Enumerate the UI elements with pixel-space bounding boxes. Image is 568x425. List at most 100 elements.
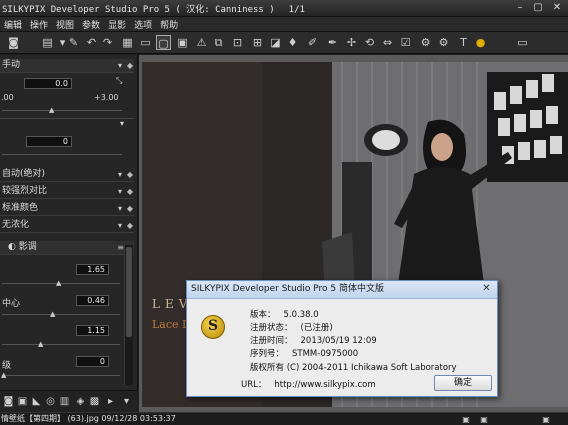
status-bar: 情壁纸【第四期】 (63).jpg 09/12/28 03:53:37 ▣ ▣ … xyxy=(0,412,568,425)
close-icon[interactable]: ✕ xyxy=(549,1,565,15)
panel-scrollbar[interactable] xyxy=(124,245,133,385)
compare-icon[interactable]: ⧉ xyxy=(211,35,226,50)
fullscreen-icon[interactable]: ▣ xyxy=(175,35,190,50)
panel-row-1[interactable]: 较强烈对比 ▾ ◆ xyxy=(0,185,134,199)
version-label: 版本： xyxy=(250,310,276,320)
value-b-slider[interactable] xyxy=(2,314,120,315)
settings-icon[interactable]: T xyxy=(456,35,471,50)
panel-row-0[interactable]: 自动(绝对) ▾ ◆ xyxy=(0,168,134,182)
chevron-down-icon[interactable]: ▾ xyxy=(120,119,124,128)
menu-develop[interactable]: 显影 xyxy=(104,18,130,31)
range-max-label: +3.00 xyxy=(94,93,119,102)
ok-button[interactable]: 确定 xyxy=(434,375,492,391)
tone-curve-icon[interactable]: ◙ xyxy=(2,395,15,408)
menu-help[interactable]: 帮助 xyxy=(156,18,182,31)
menu-operation[interactable]: 操作 xyxy=(26,18,52,31)
title-bar: SILKYPIX Developer Studio Pro 5 ( 汉化: Ca… xyxy=(0,0,568,17)
undo-icon[interactable]: ↶ xyxy=(84,35,99,50)
sharpen-icon[interactable]: ▣ xyxy=(16,395,29,408)
reg-time-line: 注册时间： 2013/05/19 12:09 xyxy=(250,334,377,346)
menu-parameters[interactable]: 参数 xyxy=(78,18,104,31)
grid-view-icon[interactable]: ▦ xyxy=(120,35,135,50)
expand-icon[interactable]: ▸ xyxy=(104,395,117,408)
rotate-icon[interactable]: ⟲ xyxy=(362,35,377,50)
window-title: SILKYPIX Developer Studio Pro 5 ( 汉化: Ca… xyxy=(2,5,275,15)
shadow-label: 影调 xyxy=(18,242,37,252)
redo-icon[interactable]: ↷ xyxy=(100,35,115,50)
noise-icon[interactable]: ▩ xyxy=(88,395,101,408)
check-icon[interactable]: ☑ xyxy=(398,35,413,50)
slider-thumb[interactable]: ▲ xyxy=(1,371,6,379)
info-icon[interactable]: ▾ xyxy=(120,395,133,408)
menu-view[interactable]: 视图 xyxy=(52,18,78,31)
crop-icon[interactable]: ⊡ xyxy=(230,35,245,50)
menu-options[interactable]: 选项 xyxy=(130,18,156,31)
serial-value: STMM-0975000 xyxy=(292,349,359,359)
menu-edit[interactable]: 编辑 xyxy=(0,18,26,31)
exposure-value-input[interactable]: 0.0 xyxy=(24,78,72,89)
pen-icon[interactable]: ✒ xyxy=(325,35,340,50)
contrast-icon: ◐ xyxy=(8,242,16,252)
dropper-icon[interactable]: ✐ xyxy=(305,35,320,50)
lens-icon[interactable]: ◎ xyxy=(44,395,57,408)
url-link[interactable]: http://www.silkypix.com xyxy=(274,380,375,390)
silkypix-logo-icon: S xyxy=(201,315,225,339)
panel-row-label: 标准颜色 xyxy=(2,203,39,213)
value-c-slider[interactable] xyxy=(2,344,120,345)
warning-icon[interactable]: ⚠ xyxy=(194,35,209,50)
single-view-icon[interactable]: ▢ xyxy=(156,35,171,50)
chevron-down-icon: ▾ xyxy=(117,61,122,70)
exposure-slider[interactable] xyxy=(2,110,122,111)
panel-row-2[interactable]: 标准颜色 ▾ ◆ xyxy=(0,202,134,216)
open-folder-icon[interactable]: ▤ xyxy=(40,35,55,50)
value-d-input[interactable]: 0 xyxy=(76,356,109,367)
second-value-input[interactable]: 0 xyxy=(26,136,72,147)
value-c-input[interactable]: 1.15 xyxy=(76,325,109,336)
minimize-icon[interactable]: – xyxy=(512,1,528,15)
histogram-icon[interactable]: ▥ xyxy=(58,395,71,408)
reg-time-value: 2013/05/19 12:09 xyxy=(300,336,377,346)
exposure-mode-select[interactable]: 手动 ▾ ◆ xyxy=(0,59,134,73)
transform-icon[interactable]: ✢ xyxy=(344,35,359,50)
flip-icon[interactable]: ⇔ xyxy=(380,35,395,50)
status-flag-icon: ▣ xyxy=(462,415,470,424)
value-d-slider[interactable] xyxy=(2,375,120,376)
brush-icon[interactable]: ✎ xyxy=(66,35,81,50)
url-line: URL： http://www.silkypix.com xyxy=(241,378,376,390)
second-slider[interactable] xyxy=(2,154,122,155)
chevron-down-icon: ▾ xyxy=(117,170,122,179)
grid-overlay-icon[interactable]: ⊞ xyxy=(250,35,265,50)
slider-thumb[interactable]: ▲ xyxy=(56,279,61,287)
value-b-input[interactable]: 0.46 xyxy=(76,295,109,306)
monitor-icon[interactable]: ▭ xyxy=(515,35,530,50)
curve-icon[interactable]: ◣ xyxy=(30,395,43,408)
scrollbar-grip[interactable] xyxy=(126,247,132,337)
stamp-icon[interactable]: ♦ xyxy=(285,35,300,50)
panel-row-3[interactable]: 无浓化 ▾ ◆ xyxy=(0,219,134,233)
auto-exposure-icon[interactable]: ⤡ xyxy=(116,76,122,86)
adjustment-panel: 手动 ▾ ◆ 0.0 ⤡ .00 +3.00 ▲ ▾ 0 自动(绝对) ▾ ◆ … xyxy=(0,55,138,390)
filmstrip-view-icon[interactable]: ▭ xyxy=(138,35,153,50)
level-label: 级 xyxy=(2,361,12,371)
color-icon[interactable]: ◈ xyxy=(74,395,87,408)
exposure-slider-thumb[interactable]: ▲ xyxy=(49,106,54,114)
close-icon[interactable]: ✕ xyxy=(479,283,494,296)
maximize-icon[interactable]: ▢ xyxy=(530,1,546,15)
version-line: 版本： 5.0.38.0 xyxy=(250,308,319,320)
status-lock-icon: ▣ xyxy=(542,415,550,424)
url-label: URL： xyxy=(241,380,267,390)
slider-thumb[interactable]: ▲ xyxy=(38,340,43,348)
straighten-icon[interactable]: ◪ xyxy=(268,35,283,50)
silkypix-logo-icon[interactable]: ● xyxy=(473,35,488,50)
status-mark-icon: ▣ xyxy=(480,415,488,424)
center-label: 中心 xyxy=(2,299,21,309)
diamond-icon: ◆ xyxy=(126,61,133,70)
chevron-down-icon: ▾ xyxy=(117,221,122,230)
shadow-section-header[interactable]: ◐ 影调 ≡ xyxy=(0,241,134,255)
slider-thumb[interactable]: ▲ xyxy=(50,310,55,318)
value-a-input[interactable]: 1.65 xyxy=(76,264,109,275)
batch-develop-icon[interactable]: ⚙ xyxy=(436,35,451,50)
camera-icon[interactable]: ◙ xyxy=(6,35,21,50)
version-value: 5.0.38.0 xyxy=(283,310,319,320)
develop-icon[interactable]: ⚙ xyxy=(418,35,433,50)
